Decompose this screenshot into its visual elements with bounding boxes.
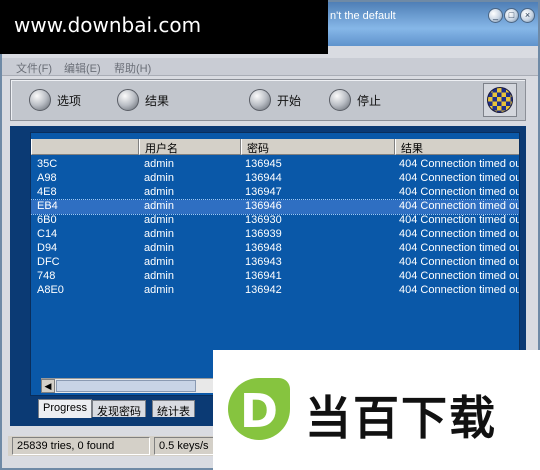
tab-progress[interactable]: Progress bbox=[38, 399, 93, 418]
cell-id: A98 bbox=[37, 172, 57, 184]
cell-user: admin bbox=[144, 284, 174, 296]
about-button[interactable] bbox=[483, 83, 517, 117]
cell-result: 404 Connection timed out bbox=[399, 242, 520, 254]
column-header-password[interactable]: 密码 bbox=[241, 139, 395, 155]
cell-pass: 136947 bbox=[245, 186, 282, 198]
close-button[interactable]: × bbox=[520, 8, 535, 23]
cell-user: admin bbox=[144, 270, 174, 282]
window-title: n't the default bbox=[330, 10, 396, 22]
table-row[interactable]: 4E8 admin 136947 404 Connection timed out bbox=[31, 186, 520, 200]
cell-result: 404 Connection timed out bbox=[399, 172, 520, 184]
cell-id: 4E8 bbox=[37, 186, 57, 198]
cell-result: 404 Connection timed out bbox=[399, 270, 520, 282]
brand-logo: D bbox=[228, 378, 290, 440]
cell-pass: 136939 bbox=[245, 228, 282, 240]
cell-result: 404 Connection timed out bbox=[399, 158, 520, 170]
results-button[interactable]: 结果 bbox=[117, 88, 169, 112]
cell-user: admin bbox=[144, 186, 174, 198]
cell-pass: 136943 bbox=[245, 256, 282, 268]
cell-id: EB4 bbox=[37, 200, 58, 212]
cell-user: admin bbox=[144, 214, 174, 226]
orb-icon bbox=[249, 89, 271, 111]
table-row[interactable]: DFC admin 136943 404 Connection timed out bbox=[31, 256, 520, 270]
toolbar: 选项 结果 开始 停止 bbox=[10, 79, 526, 121]
table-row[interactable]: A8E0 admin 136942 404 Connection timed out bbox=[31, 284, 520, 298]
table-row[interactable]: EB4 admin 136946 404 Connection timed out bbox=[31, 199, 520, 215]
cell-user: admin bbox=[144, 228, 174, 240]
cell-id: DFC bbox=[37, 256, 60, 268]
menu-file[interactable]: 文件(F) bbox=[16, 60, 52, 76]
cell-user: admin bbox=[144, 172, 174, 184]
cell-user: admin bbox=[144, 256, 174, 268]
globe-checker-icon bbox=[487, 87, 513, 113]
start-label: 开始 bbox=[277, 93, 302, 108]
cell-pass: 136944 bbox=[245, 172, 282, 184]
cell-pass: 136945 bbox=[245, 158, 282, 170]
brand-name: 当百下载 bbox=[305, 391, 497, 445]
options-label: 选项 bbox=[57, 93, 82, 108]
scroll-left-icon[interactable]: ◀ bbox=[41, 379, 55, 393]
options-button[interactable]: 选项 bbox=[29, 88, 81, 112]
table-row[interactable]: C14 admin 136939 404 Connection timed out bbox=[31, 228, 520, 242]
cell-pass: 136946 bbox=[245, 200, 282, 212]
orb-icon bbox=[29, 89, 51, 111]
brand-overlay: D 当百下载 bbox=[213, 350, 540, 470]
table-header: 用户名 密码 结果 bbox=[31, 139, 519, 155]
cell-pass: 136948 bbox=[245, 242, 282, 254]
cell-result: 404 Connection timed out bbox=[399, 200, 520, 212]
tab-statistics[interactable]: 统计表 bbox=[152, 400, 195, 418]
cell-result: 404 Connection timed out bbox=[399, 186, 520, 198]
table-row[interactable]: 748 admin 136941 404 Connection timed out bbox=[31, 270, 520, 284]
table-row[interactable]: D94 admin 136948 404 Connection timed out bbox=[31, 242, 520, 256]
scroll-thumb[interactable] bbox=[56, 380, 196, 392]
table-row[interactable]: A98 admin 136944 404 Connection timed out bbox=[31, 172, 520, 186]
menu-bar: 文件(F) 编辑(E) 帮助(H) bbox=[2, 58, 538, 76]
cell-id: C14 bbox=[37, 228, 58, 240]
column-header-result[interactable]: 结果 bbox=[395, 139, 519, 155]
cell-id: 748 bbox=[37, 270, 56, 282]
minimize-button[interactable]: _ bbox=[488, 8, 503, 23]
menu-edit[interactable]: 编辑(E) bbox=[64, 60, 101, 76]
cell-pass: 136941 bbox=[245, 270, 282, 282]
maximize-button[interactable]: □ bbox=[504, 8, 519, 23]
table-row[interactable]: 6B0 admin 136930 404 Connection timed out bbox=[31, 214, 520, 228]
table-row[interactable]: 35C admin 136945 404 Connection timed out bbox=[31, 158, 520, 172]
cell-id: D94 bbox=[37, 242, 58, 254]
column-header-id[interactable] bbox=[31, 139, 139, 155]
orb-icon bbox=[117, 89, 139, 111]
brand-letter: D bbox=[239, 384, 279, 438]
status-rate: 0.5 keys/s bbox=[154, 437, 216, 455]
cell-result: 404 Connection timed out bbox=[399, 256, 520, 268]
cell-user: admin bbox=[144, 200, 174, 212]
orb-icon bbox=[329, 89, 351, 111]
menu-help[interactable]: 帮助(H) bbox=[114, 60, 151, 76]
cell-user: admin bbox=[144, 242, 174, 254]
cell-pass: 136942 bbox=[245, 284, 282, 296]
cell-id: 35C bbox=[37, 158, 58, 170]
stop-label: 停止 bbox=[357, 93, 382, 108]
tab-found-passwords[interactable]: 发现密码 bbox=[92, 400, 146, 418]
cell-result: 404 Connection timed out bbox=[399, 214, 520, 226]
cell-result: 404 Connection timed out bbox=[399, 284, 520, 296]
column-header-username[interactable]: 用户名 bbox=[139, 139, 241, 155]
cell-id: 6B0 bbox=[37, 214, 57, 226]
cell-result: 404 Connection timed out bbox=[399, 228, 520, 240]
status-tries: 25839 tries, 0 found bbox=[12, 437, 150, 455]
stop-button[interactable]: 停止 bbox=[329, 88, 381, 112]
cell-pass: 136930 bbox=[245, 214, 282, 226]
watermark-text: www.downbai.com bbox=[0, 0, 328, 54]
start-button[interactable]: 开始 bbox=[249, 88, 301, 112]
cell-user: admin bbox=[144, 158, 174, 170]
cell-id: A8E0 bbox=[37, 284, 64, 296]
results-label: 结果 bbox=[145, 93, 170, 108]
